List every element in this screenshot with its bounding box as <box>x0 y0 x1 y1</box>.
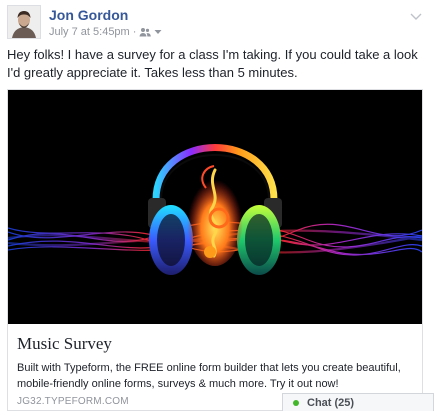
online-status-dot <box>293 399 299 406</box>
author-name-link[interactable]: Jon Gordon <box>49 7 128 23</box>
post-text: Hey folks! I have a survey for a class I… <box>7 47 418 80</box>
chevron-down-icon[interactable] <box>410 8 422 26</box>
post-meta: July 7 at 5:45pm · <box>49 26 162 38</box>
link-description: Built with Typeform, the FREE online for… <box>17 362 401 390</box>
audience-dropdown-icon[interactable] <box>154 29 162 35</box>
link-domain: JG32.TYPEFORM.COM <box>17 396 129 407</box>
chat-label: Chat (25) <box>307 396 355 409</box>
avatar[interactable] <box>7 5 41 39</box>
feed-post: Jon Gordon July 7 at 5:45pm · Hey folks!… <box>0 0 434 411</box>
friends-icon[interactable] <box>139 27 152 37</box>
profile-photo-icon <box>8 6 40 38</box>
meta-separator: · <box>132 26 137 38</box>
chat-tab[interactable]: Chat (25) <box>282 393 434 411</box>
post-timestamp-link[interactable]: July 7 at 5:45pm <box>49 26 130 38</box>
link-preview-card[interactable]: Music Survey Built with Typeform, the FR… <box>7 89 423 411</box>
headphones-music-icon[interactable] <box>8 90 422 324</box>
link-title[interactable]: Music Survey <box>17 334 112 354</box>
